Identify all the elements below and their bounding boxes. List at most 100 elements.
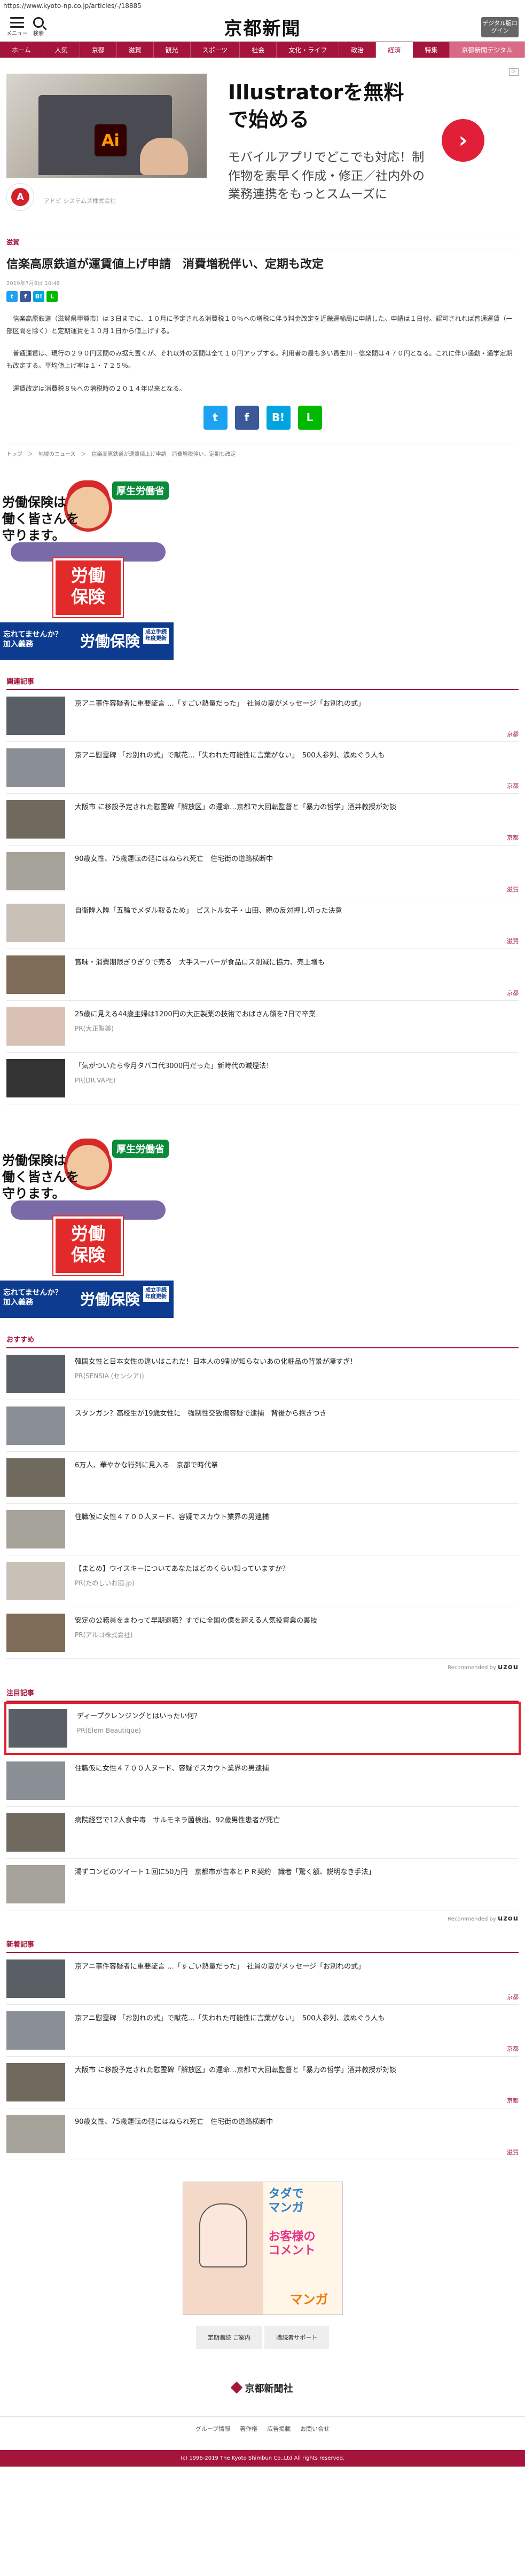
list-item-title[interactable]: 【まとめ】ウイスキーについてあなたはどのくらい知っていますか？ (75, 1564, 519, 1575)
list-item-title[interactable]: 京アニ慰霊碑 「お別れの式」で献花…「失われた可能性に言葉がない」 500人参列… (75, 750, 519, 761)
list-item[interactable]: スタンガン？高校生が19歳女性に 強制性交致傷容疑で逮捕 背後から抱きつき (6, 1400, 519, 1452)
footer-link-ads[interactable]: 広告掲載 (267, 2424, 291, 2433)
nav-digital[interactable]: 京都新聞デジタル (450, 42, 525, 58)
list-item-area-tag[interactable]: 京都 (507, 2096, 519, 2105)
line-share-small[interactable]: L (46, 290, 58, 302)
thumbnail-image[interactable] (6, 1458, 65, 1497)
search-button[interactable]: 検索 (33, 17, 44, 37)
thumbnail-image[interactable] (6, 1510, 65, 1548)
list-item-title[interactable]: 6万人、華やかな行列に見入る 京都で時代祭 (75, 1460, 519, 1471)
list-item-title[interactable]: 韓国女性と日本女性の違いはこれだ！日本人の9割が知らないあの化粧品の背景が凄すぎ… (75, 1357, 519, 1368)
menu-button[interactable]: メニュー (6, 17, 28, 37)
digital-login-button[interactable]: デジタル版ログイン (481, 17, 519, 37)
list-item-area-tag[interactable]: 滋賀 (507, 2148, 519, 2156)
nav-home[interactable]: ホーム (0, 42, 43, 58)
thumbnail-image[interactable] (6, 903, 65, 942)
thumbnail-image[interactable] (6, 1406, 65, 1445)
nav-features[interactable]: 特集 (413, 42, 450, 58)
list-item-title[interactable]: スタンガン？高校生が19歳女性に 強制性交致傷容疑で逮捕 背後から抱きつき (75, 1409, 519, 1419)
uzou-logo[interactable]: uzou (498, 1915, 519, 1923)
poster-ad-1[interactable]: 厚生労働省 労働保険は 働く皆さんを 守ります。 労働 保険 忘れてませんか？ … (0, 478, 174, 660)
thumbnail-image[interactable] (6, 2011, 65, 2050)
list-item-title[interactable]: 自衛隊入隊「五輪でメダル取るため」 ピストル女子・山田、親の反対押し切った決意 (75, 906, 519, 916)
thumbnail-image[interactable] (6, 800, 65, 839)
list-item[interactable]: 住職仮に女性４７００人ヌード、容疑でスカウト業界の男逮捕 (6, 1755, 519, 1807)
thumbnail-image[interactable] (6, 1007, 65, 1046)
list-item[interactable]: 大阪市 に移設予定された慰霊碑「解放区」の運命…京都で大回転監督と「暴力の哲学」… (6, 2057, 519, 2108)
list-item[interactable]: 安定の公務員をまわって早期退職？すでに全国の億を超える人気投資業の裏技 PR(アル… (6, 1607, 519, 1659)
manga-ad[interactable]: タダで マンガ お客様の コメント マンガ (182, 2181, 343, 2315)
support-button[interactable]: 購読者サポート (264, 2325, 330, 2349)
list-item-title[interactable]: 安定の公務員をまわって早期退職？すでに全国の億を超える人気投資業の裏技 (75, 1616, 519, 1626)
list-item[interactable]: 【まとめ】ウイスキーについてあなたはどのくらい知っていますか？ PR(たのしいお酒… (6, 1555, 519, 1607)
site-logo[interactable]: 京都新聞 (224, 14, 301, 40)
list-item-title[interactable]: 大阪市 に移設予定された慰霊碑「解放区」の運命…京都で大回転監督と「暴力の哲学」… (75, 802, 519, 813)
thumbnail-image[interactable] (6, 2063, 65, 2101)
thumbnail-image[interactable] (6, 1613, 65, 1652)
thumbnail-image[interactable] (6, 1761, 65, 1800)
twitter-share-button[interactable]: t (203, 405, 228, 430)
list-item-title[interactable]: 京アニ事件容疑者に重要証言 …「すごい熱量だった」 社員の妻がメッセージ「お別れ… (75, 699, 519, 709)
list-item-title[interactable]: 「気がついたら今月タバコ代3000円だった」新時代の減煙法！ (75, 1061, 519, 1072)
poster-ad-2[interactable]: 厚生労働省 労働保険は 働く皆さんを 守ります。 労働 保険 忘れてませんか？ … (0, 1136, 174, 1318)
list-item[interactable]: 25歳に見える44歳主婦は1200円の大正製薬の技術でおばさん顔を7日で卒業 PR… (6, 1001, 519, 1053)
list-item-area-tag[interactable]: 滋賀 (507, 885, 519, 894)
hatena-share-small[interactable]: B! (33, 290, 44, 302)
list-item-area-tag[interactable]: 京都 (507, 730, 519, 738)
twitter-share-small[interactable]: t (6, 290, 18, 302)
thumbnail-image[interactable] (6, 1959, 65, 1998)
list-item-title[interactable]: 湯ずコンビのツイート１回に50万円 京都市が吉本とＰＲ契約 識者「驚く額、説明な… (75, 1867, 519, 1878)
thumbnail-image[interactable] (6, 696, 65, 735)
nav-sports[interactable]: スポーツ (191, 42, 240, 58)
list-item-title[interactable]: 大阪市 に移設予定された慰霊碑「解放区」の運命…京都で大回転監督と「暴力の哲学」… (75, 2065, 519, 2076)
hatena-share-button[interactable]: B! (266, 405, 291, 430)
list-item-title[interactable]: 病院経営で12人食中毒 サルモネラ菌検出、92歳男性患者が死亡 (75, 1815, 519, 1826)
list-item-area-tag[interactable]: 京都 (507, 989, 519, 997)
nav-popular[interactable]: 人気 (43, 42, 80, 58)
thumbnail-image[interactable] (6, 955, 65, 994)
list-item-title[interactable]: 賞味・消費期限ぎりぎりで売る 大手スーパーが食品ロス削減に協力、売上増も (75, 958, 519, 968)
list-item[interactable]: 「気がついたら今月タバコ代3000円だった」新時代の減煙法！ PR(DR.VAPE… (6, 1053, 519, 1104)
list-item-area-tag[interactable]: 京都 (507, 833, 519, 842)
facebook-share-button[interactable]: f (234, 405, 259, 430)
list-item[interactable]: 90歳女性、75歳運転の軽にはねられ死亡 住宅街の道路横断中 滋賀 (6, 2108, 519, 2160)
list-item[interactable]: 病院経営で12人食中毒 サルモネラ菌検出、92歳男性患者が死亡 (6, 1807, 519, 1859)
list-item[interactable]: 湯ずコンビのツイート１回に50万円 京都市が吉本とＰＲ契約 識者「驚く額、説明な… (6, 1859, 519, 1910)
facebook-share-small[interactable]: f (20, 290, 31, 302)
nav-society[interactable]: 社会 (240, 42, 277, 58)
footer-logo[interactable]: 京都新聞社 (0, 2381, 525, 2395)
nav-economy[interactable]: 経済 (376, 42, 413, 58)
list-item[interactable]: 京アニ事件容疑者に重要証言 …「すごい熱量だった」 社員の妻がメッセージ「お別れ… (6, 1953, 519, 2005)
thumbnail-image[interactable] (6, 748, 65, 787)
list-item-title[interactable]: 25歳に見える44歳主婦は1200円の大正製薬の技術でおばさん顔を7日で卒業 (75, 1009, 519, 1020)
article-category[interactable]: 滋賀 (6, 238, 519, 249)
thumbnail-image[interactable] (6, 1813, 65, 1852)
footer-link-group[interactable]: グループ情報 (195, 2424, 230, 2433)
list-item[interactable]: 賞味・消費期限ぎりぎりで売る 大手スーパーが食品ロス削減に協力、売上増も京都 (6, 949, 519, 1001)
thumbnail-image[interactable] (6, 851, 65, 890)
uzou-logo[interactable]: uzou (498, 1663, 519, 1671)
footer-link-copyright[interactable]: 著作権 (240, 2424, 257, 2433)
list-item[interactable]: 90歳女性、75歳運転の軽にはねられ死亡 住宅街の道路横断中 滋賀 (6, 846, 519, 897)
list-item-title[interactable]: 京アニ慰霊碑 「お別れの式」で献花…「失われた可能性に言葉がない」 500人参列… (75, 2013, 519, 2024)
thumbnail-image[interactable] (9, 1709, 67, 1748)
list-item-area-tag[interactable]: 京都 (507, 2044, 519, 2053)
nav-shiga[interactable]: 滋賀 (117, 42, 154, 58)
thumbnail-image[interactable] (6, 1058, 65, 1097)
list-item-title[interactable]: 京アニ事件容疑者に重要証言 …「すごい熱量だった」 社員の妻がメッセージ「お別れ… (75, 1962, 519, 1972)
thumbnail-image[interactable] (6, 2114, 65, 2153)
thumbnail-image[interactable] (6, 1354, 65, 1393)
list-item[interactable]: 自衛隊入隊「五輪でメダル取るため」 ピストル女子・山田、親の反対押し切った決意滋… (6, 897, 519, 949)
nav-culture[interactable]: 文化・ライフ (277, 42, 340, 58)
list-item[interactable]: 韓国女性と日本女性の違いはこれだ！日本人の9割が知らないあの化粧品の背景が凄すぎ… (6, 1348, 519, 1400)
list-item[interactable]: 6万人、華やかな行列に見入る 京都で時代祭 (6, 1452, 519, 1504)
list-item-title[interactable]: ディープクレンジングとはいったい何？ (77, 1711, 516, 1722)
list-item[interactable]: 住職仮に女性４７００人ヌード、容疑でスカウト業界の男逮捕 (6, 1504, 519, 1555)
list-item-area-tag[interactable]: 京都 (507, 1993, 519, 2001)
ad-choices-icon[interactable]: ▷ (509, 68, 519, 76)
list-item-area-tag[interactable]: 京都 (507, 781, 519, 790)
breadcrumb[interactable]: トップ ＞ 地域のニュース ＞ 信楽高原鉄道が運賃値上げ申請 消費増税伴い、定期… (6, 444, 519, 462)
list-item-area-tag[interactable]: 滋賀 (507, 937, 519, 945)
thumbnail-image[interactable] (6, 1561, 65, 1600)
thumbnail-image[interactable] (6, 1864, 65, 1903)
